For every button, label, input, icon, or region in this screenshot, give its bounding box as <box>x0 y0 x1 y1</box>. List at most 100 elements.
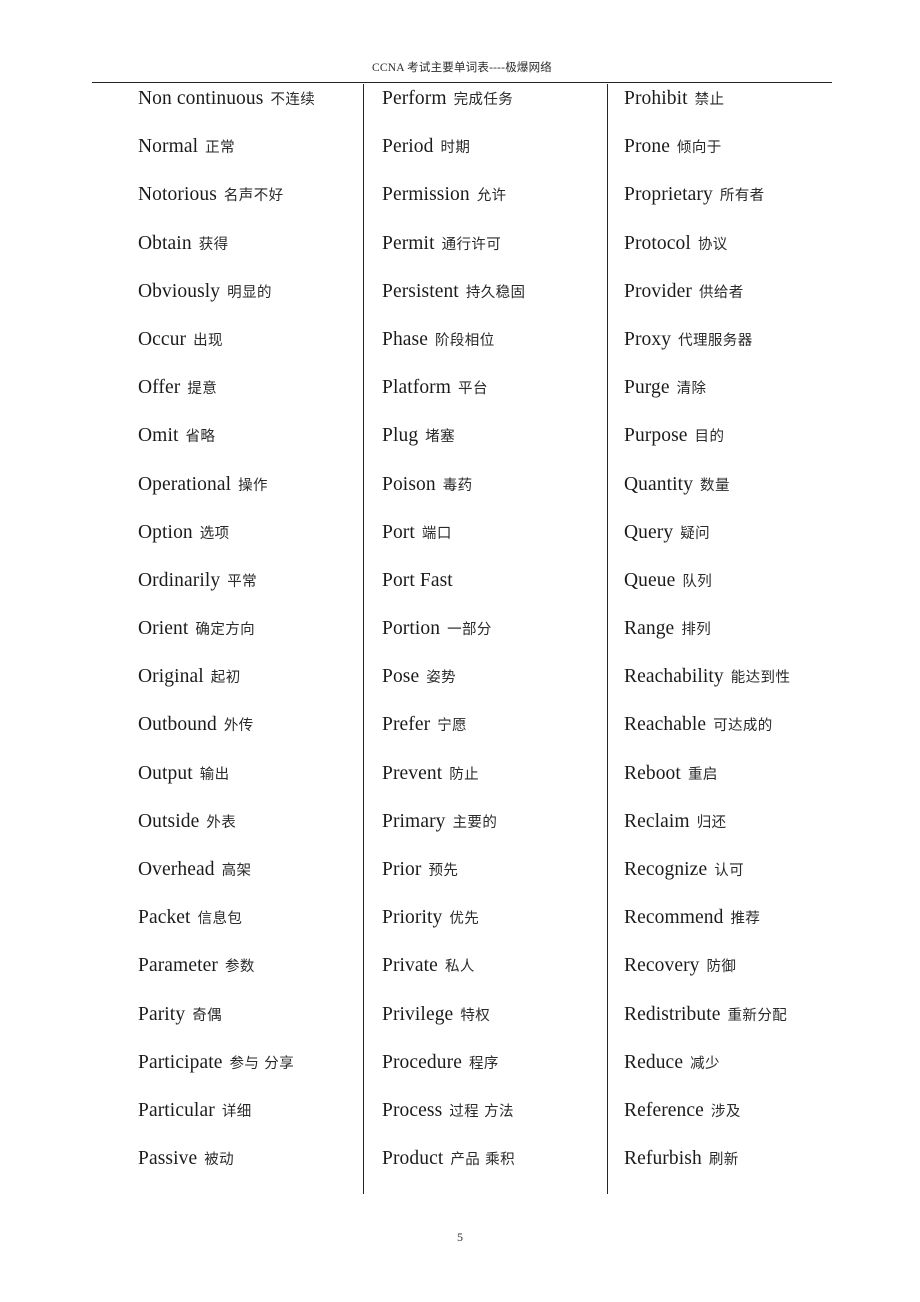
entry-gloss: 明显的 <box>227 284 272 301</box>
entry-term: Permit <box>382 232 435 254</box>
vocabulary-entry: Packet 信息包 <box>138 907 363 955</box>
entry-term: Port <box>382 521 415 543</box>
entry-term: Participate <box>138 1051 223 1073</box>
entry-gloss: 能达到性 <box>730 670 791 687</box>
entry-gloss: 平常 <box>227 573 258 590</box>
entry-gloss: 私人 <box>444 959 475 976</box>
entry-gloss: 通行许可 <box>441 236 502 253</box>
vocabulary-entry: Reference 涉及 <box>624 1100 832 1148</box>
vocabulary-table: Non continuous 不连续 Normal 正常 Notorious 名声不好… <box>92 88 832 1196</box>
vocabulary-entry: Prevent 防止 <box>382 763 607 811</box>
entry-term: Reclaim <box>624 810 690 832</box>
entry-term: Reference <box>624 1099 704 1121</box>
vocabulary-entry: Port 端口 <box>382 522 607 570</box>
entry-term: Process <box>382 1099 443 1121</box>
vocabulary-entry: Obviously 明显的 <box>138 281 363 329</box>
vocabulary-entry: Permit 通行许可 <box>382 233 607 281</box>
vocabulary-entry: Parity 奇偶 <box>138 1004 363 1052</box>
entry-term: Port Fast <box>382 569 453 591</box>
entry-gloss: 所有者 <box>719 188 765 205</box>
entry-gloss: 高架 <box>221 863 252 879</box>
vocabulary-column-1: Non continuous 不连续 Normal 正常 Notorious 名声不好… <box>92 88 363 1196</box>
entry-term: Parameter <box>138 955 218 977</box>
entry-term: Recovery <box>624 955 700 977</box>
entry-gloss: 协议 <box>697 236 728 253</box>
vocabulary-entry: Product 产品 乘积 <box>382 1148 607 1196</box>
entry-gloss: 涉及 <box>710 1103 741 1120</box>
entry-term: Omit <box>138 425 179 447</box>
vocabulary-entry: Protocol 协议 <box>624 233 832 281</box>
vocabulary-entry: Outbound 外传 <box>138 714 363 762</box>
entry-term: Obviously <box>138 280 221 302</box>
entry-gloss: 重新分配 <box>727 1007 788 1024</box>
entry-term: Query <box>624 521 674 543</box>
vocabulary-entry: Reboot 重启 <box>624 763 832 811</box>
entry-term: Pose <box>382 666 420 688</box>
vocabulary-entry: Prone 倾向于 <box>624 136 832 184</box>
entry-gloss: 队列 <box>682 573 713 590</box>
entry-term: Purpose <box>624 425 688 447</box>
entry-term: Permission <box>382 184 470 206</box>
entry-term: Period <box>382 136 434 158</box>
entry-term: Reduce <box>624 1051 684 1073</box>
entry-term: Orient <box>138 618 189 640</box>
entry-term: Ordinarily <box>138 569 221 591</box>
entry-term: Original <box>138 666 204 688</box>
entry-term: Offer <box>138 377 181 399</box>
entry-gloss: 外表 <box>206 814 237 831</box>
entry-term: Purge <box>624 377 670 399</box>
entry-gloss: 操作 <box>238 477 268 494</box>
entry-gloss: 疑问 <box>680 525 711 542</box>
entry-term: Prior <box>382 859 422 880</box>
entry-gloss: 减少 <box>690 1055 720 1072</box>
vocabulary-entry: Reachability 能达到性 <box>624 666 832 714</box>
vocabulary-entry: Priority 优先 <box>382 907 607 955</box>
entry-gloss: 预先 <box>428 863 459 879</box>
vocabulary-entry: Obtain 获得 <box>138 233 363 281</box>
entry-gloss: 被动 <box>204 1152 235 1169</box>
entry-term: Portion <box>382 618 441 640</box>
entry-term: Option <box>138 521 193 543</box>
header-divider-rule <box>92 82 832 83</box>
document-page: CCNA 考试主要单词表----极爆网络 Non continuous 不连续 N… <box>0 0 920 1302</box>
entry-term: Provider <box>624 280 692 302</box>
vocabulary-entry: Platform 平台 <box>382 377 607 425</box>
vocabulary-entry: Plug 堵塞 <box>382 425 607 473</box>
entry-term: Prefer <box>382 714 431 736</box>
running-header: CCNA 考试主要单词表----极爆网络 <box>92 58 832 82</box>
entry-term: Outside <box>138 810 200 832</box>
vocabulary-entry: Reachable 可达成的 <box>624 714 832 762</box>
vocabulary-entry: Query 疑问 <box>624 522 832 570</box>
vocabulary-column-2: Perform 完成任务 Period 时期 Permission 允许 Permit… <box>363 88 607 1196</box>
entry-term: Perform <box>382 88 447 109</box>
vocabulary-entry: Option 选项 <box>138 522 363 570</box>
entry-gloss: 参与 分享 <box>229 1055 295 1072</box>
entry-term: Redistribute <box>624 1003 721 1025</box>
vocabulary-entry: Pose 姿势 <box>382 666 607 714</box>
entry-gloss: 禁止 <box>694 92 725 108</box>
entry-gloss: 供给者 <box>698 284 744 301</box>
vocabulary-entry: Process 过程 方法 <box>382 1100 607 1148</box>
entry-gloss: 刷新 <box>708 1152 739 1169</box>
vocabulary-entry: Privilege 特权 <box>382 1004 607 1052</box>
vocabulary-entry: Prefer 宁愿 <box>382 714 607 762</box>
entry-gloss: 清除 <box>676 381 707 398</box>
running-header-title: CCNA 考试主要单词表----极爆网络 <box>371 62 552 74</box>
entry-gloss: 信息包 <box>197 911 243 928</box>
entry-gloss: 外传 <box>223 718 254 735</box>
vocabulary-entry: Proxy 代理服务器 <box>624 329 832 377</box>
vocabulary-entry: Persistent 持久稳固 <box>382 281 607 329</box>
vocabulary-entry: Proprietary 所有者 <box>624 184 832 232</box>
entry-gloss: 推荐 <box>730 911 761 928</box>
entry-gloss: 允许 <box>476 188 507 205</box>
vocabulary-entry: Operational 操作 <box>138 474 363 522</box>
entry-gloss: 认可 <box>714 863 745 879</box>
vocabulary-entry: Provider 供给者 <box>624 281 832 329</box>
entry-term: Non continuous <box>138 88 264 109</box>
vocabulary-entry: Phase 阶段相位 <box>382 329 607 377</box>
entry-gloss: 输出 <box>199 766 230 783</box>
vocabulary-entry: Overhead 高架 <box>138 859 363 907</box>
vocabulary-entry: Range 排列 <box>624 618 832 666</box>
entry-term: Proxy <box>624 328 672 350</box>
entry-gloss: 防止 <box>449 766 480 783</box>
